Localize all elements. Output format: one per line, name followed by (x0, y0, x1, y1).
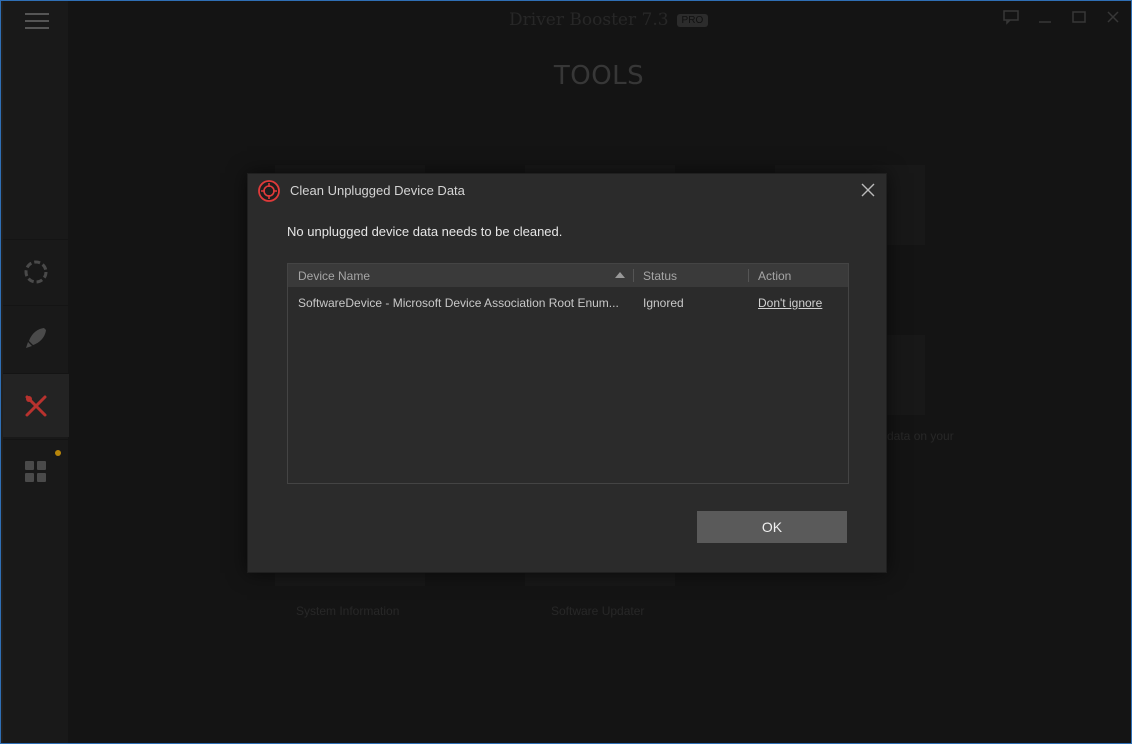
sidebar (3, 1, 69, 743)
sidebar-item-scan[interactable] (3, 239, 69, 303)
device-table: Device Name Status Action SoftwareDevice… (287, 263, 849, 484)
ok-button[interactable]: OK (697, 511, 847, 543)
notification-dot (55, 450, 61, 456)
scan-icon (24, 260, 48, 283)
app-window: Driver Booster 7.3 PRO TOOLS r data on y… (0, 0, 1132, 744)
close-icon[interactable] (860, 182, 876, 198)
column-divider[interactable] (748, 269, 749, 282)
sort-ascending-icon (615, 272, 625, 278)
device-name-cell: SoftwareDevice - Microsoft Device Associ… (298, 296, 619, 310)
column-divider[interactable] (633, 269, 634, 282)
table-header: Device Name Status Action (288, 264, 848, 287)
dont-ignore-link[interactable]: Don't ignore (758, 296, 822, 310)
column-header-device-name[interactable]: Device Name (298, 269, 370, 283)
column-header-action[interactable]: Action (758, 269, 791, 283)
sidebar-item-boost[interactable] (3, 305, 69, 369)
apps-icon (25, 460, 46, 482)
menu-icon[interactable] (25, 13, 49, 31)
sidebar-item-apps[interactable] (3, 439, 69, 503)
clean-unplugged-device-dialog: Clean Unplugged Device Data No unplugged… (247, 173, 887, 573)
rocket-icon (26, 327, 46, 348)
dialog-message: No unplugged device data needs to be cle… (287, 224, 563, 239)
driver-booster-logo-icon (258, 180, 280, 202)
status-cell: Ignored (643, 296, 684, 310)
sidebar-item-tools[interactable] (3, 373, 69, 437)
tools-icon (25, 395, 47, 416)
column-header-status[interactable]: Status (643, 269, 677, 283)
dialog-title: Clean Unplugged Device Data (290, 183, 465, 198)
table-row[interactable]: SoftwareDevice - Microsoft Device Associ… (288, 291, 848, 315)
